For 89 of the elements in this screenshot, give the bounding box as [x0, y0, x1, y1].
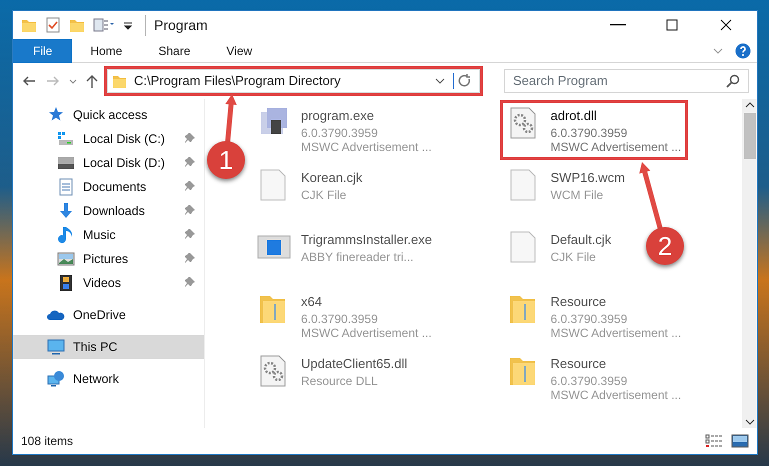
file-detail: 6.0.3790.3959: [550, 312, 628, 326]
file-detail: MSWC Advertisement ...: [301, 326, 432, 340]
file-detail: WCM File: [550, 188, 604, 202]
item-count: 108 items: [21, 433, 74, 450]
nav-item[interactable]: Videos: [13, 271, 204, 295]
document-icon: [57, 178, 75, 196]
file-item[interactable]: TrigrammsInstaller.exe ABBY finereader tri...: [253, 227, 436, 267]
file-item[interactable]: Resource 6.0.3790.3959 MSWC Advertisement ...: [502, 289, 686, 344]
file-detail: MSWC Advertisement ...: [301, 140, 432, 154]
file-detail: CJK File: [550, 250, 597, 264]
file-detail: CJK File: [301, 188, 348, 202]
file-detail: MSWC Advertisement ...: [550, 140, 682, 154]
file-detail: MSWC Advertisement ...: [550, 326, 682, 340]
nav-label: This PC: [73, 338, 118, 356]
nav-label: OneDrive: [73, 306, 127, 324]
nav-item[interactable]: Network: [13, 367, 204, 391]
file-name: x64: [301, 293, 323, 311]
ribbon-tab[interactable]: Home: [72, 38, 140, 62]
file-item[interactable]: program.exe 6.0.3790.3959 MSWC Advertisement ...: [253, 103, 436, 158]
address-path: C:\Program Files\Program Directory: [134, 72, 342, 90]
network-icon: [47, 370, 65, 388]
nav-label: Local Disk (D:): [83, 154, 166, 172]
nav-item[interactable]: Local Disk (D:): [13, 151, 204, 175]
nav-item[interactable]: Local Disk (C:): [13, 127, 204, 151]
file-item[interactable]: Korean.cjk CJK File: [253, 165, 366, 205]
file-name: Korean.cjk: [301, 169, 362, 187]
help-icon[interactable]: [735, 42, 751, 58]
file-detail: ABBY finereader tri...: [301, 250, 414, 264]
search-field[interactable]: Search Program: [504, 69, 749, 93]
file-detail: 6.0.3790.3959: [301, 126, 379, 140]
file-detail: MSWC Advertisement ...: [550, 388, 682, 402]
nav-label: Downloads: [83, 202, 146, 220]
download-arrow-icon: [57, 202, 75, 220]
film-icon: [57, 274, 75, 292]
file-name: SWP16.wcm: [550, 169, 625, 187]
properties-icon[interactable]: [45, 17, 61, 33]
nav-label: Videos: [83, 274, 122, 292]
nav-item[interactable]: Quick access: [13, 103, 204, 127]
file-item[interactable]: Resource 6.0.3790.3959 MSWC Advertisement ...: [502, 351, 686, 406]
file-detail: 6.0.3790.3959: [550, 374, 628, 388]
nav-item[interactable]: Documents: [13, 175, 204, 199]
file-item[interactable]: UpdateClient65.dll Resource DLL: [253, 351, 412, 391]
nav-label: Network: [73, 370, 120, 388]
close-icon: [718, 16, 734, 33]
minimize-icon: [610, 24, 626, 26]
file-item[interactable]: SWP16.wcm WCM File: [502, 165, 629, 205]
file-name: adrot.dll: [550, 107, 598, 125]
search-icon: [726, 74, 740, 88]
scroll-thumb[interactable]: [744, 113, 756, 159]
file-item[interactable]: adrot.dll 6.0.3790.3959 MSWC Advertisement ...: [502, 103, 686, 158]
file-name: program.exe: [301, 107, 375, 125]
file-name: UpdateClient65.dll: [301, 355, 408, 373]
file-name: TrigrammsInstaller.exe: [301, 231, 432, 249]
drive-icon: [57, 154, 75, 172]
nav-label: Music: [83, 226, 117, 244]
file-name: Resource: [550, 293, 608, 311]
file-item[interactable]: Default.cjk CJK File: [502, 227, 616, 267]
address-bar[interactable]: C:\Program Files\Program Directory: [107, 69, 480, 93]
file-detail: 6.0.3790.3959: [301, 312, 379, 326]
details-view-icon[interactable]: [705, 434, 723, 448]
nav-item[interactable]: This PC: [13, 335, 204, 359]
file-detail: 6.0.3790.3959: [550, 126, 628, 140]
view-icon[interactable]: [93, 17, 115, 33]
nav-item[interactable]: Downloads: [13, 199, 204, 223]
music-note-icon: [57, 226, 75, 244]
file-name: Default.cjk: [550, 231, 612, 249]
thumbnail-view-icon[interactable]: [731, 434, 749, 448]
drive-icon: [57, 130, 75, 148]
nav-label: Documents: [83, 178, 148, 196]
file-item[interactable]: x64 6.0.3790.3959 MSWC Advertisement ...: [253, 289, 436, 344]
ribbon-tab[interactable]: View: [208, 38, 270, 62]
nav-label: Quick access: [73, 106, 148, 124]
up-icon[interactable]: [85, 73, 99, 89]
nav-label: Local Disk (C:): [83, 130, 166, 148]
ribbon-tab[interactable]: File: [13, 38, 72, 62]
nav-item[interactable]: Pictures: [13, 247, 204, 271]
dropdown-icon[interactable]: [435, 76, 445, 86]
folder-icon: [112, 73, 126, 89]
picture-icon: [57, 250, 75, 268]
nav-item[interactable]: Music: [13, 223, 204, 247]
file-detail: Resource DLL: [301, 374, 379, 388]
monitor-icon: [47, 338, 65, 356]
nav-item[interactable]: OneDrive: [13, 303, 204, 327]
search-placeholder: Search Program: [513, 72, 608, 90]
nav-label: Pictures: [83, 250, 130, 268]
maximize-icon: [664, 16, 680, 33]
window-title: Program: [145, 14, 208, 36]
file-name: Resource: [550, 355, 608, 373]
ribbon-tab[interactable]: Share: [140, 38, 208, 62]
